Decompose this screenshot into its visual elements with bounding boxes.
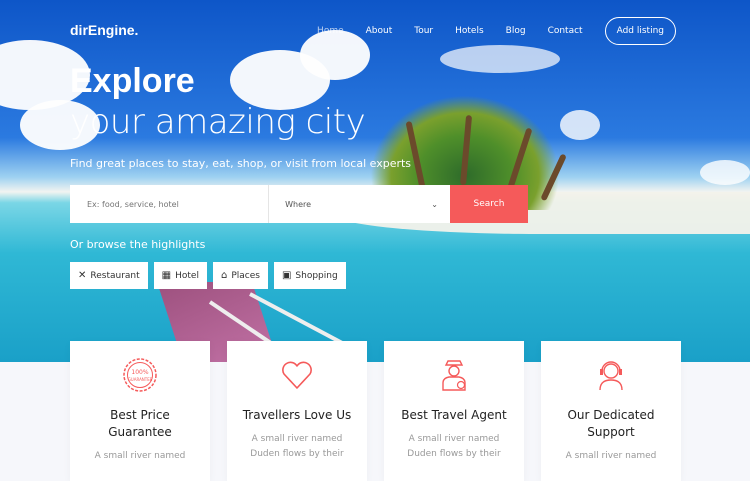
feature-card-agent: Best Travel Agent A small river named Du… [384, 341, 524, 481]
nav-contact[interactable]: Contact [548, 26, 583, 36]
browse-label: Or browse the highlights [70, 238, 206, 251]
hero-subtitle: Find great places to stay, eat, shop, or… [70, 157, 412, 170]
logo[interactable]: dirEngine. [70, 22, 138, 38]
hotel-icon: ▦ [161, 270, 172, 281]
feature-text: A small river named Duden flows by their [407, 434, 501, 459]
headset-icon [541, 356, 681, 394]
hero-title-light: your amazing city [70, 102, 366, 142]
feature-card-support: Our Dedicated Support A small river name… [541, 341, 681, 481]
feature-text: A small river named [565, 451, 657, 461]
feature-text: A small river named Duden flows by their [250, 434, 344, 459]
search-bar: Where ⌄ Search [70, 185, 528, 223]
guarantee-badge-icon: 100% GUARANTEE [70, 356, 210, 394]
badge-text-100: 100% [131, 369, 148, 376]
main-nav: Home About Tour Hotels Blog Contact Add … [317, 17, 676, 45]
feature-title: Our Dedicated Support [567, 408, 655, 439]
chip-label: Places [231, 270, 260, 281]
where-select-value: Where [285, 199, 312, 209]
feature-card-love: Travellers Love Us A small river named D… [227, 341, 367, 481]
feature-card-price: 100% GUARANTEE Best Price Guarantee A sm… [70, 341, 210, 481]
chip-shopping[interactable]: ▣ Shopping [273, 262, 346, 289]
feature-title: Best Travel Agent [401, 408, 507, 422]
badge-text-guarantee: GUARANTEE [128, 377, 153, 382]
hero-background [0, 0, 750, 362]
search-button[interactable]: Search [449, 185, 528, 223]
add-listing-button[interactable]: Add listing [604, 17, 676, 45]
agent-icon [384, 356, 524, 394]
chip-restaurant[interactable]: ✕ Restaurant [70, 262, 148, 289]
chip-label: Restaurant [90, 270, 140, 281]
heart-icon [227, 356, 367, 394]
feature-text: A small river named [94, 451, 186, 461]
nav-hotels[interactable]: Hotels [455, 26, 484, 36]
nav-about[interactable]: About [366, 26, 393, 36]
nav-home[interactable]: Home [317, 26, 344, 36]
map-pin-icon: ⌂ [220, 270, 228, 281]
shopping-bag-icon: ▣ [281, 270, 292, 281]
chip-label: Hotel [175, 270, 199, 281]
chip-hotel[interactable]: ▦ Hotel [153, 262, 207, 289]
chip-label: Shopping [295, 270, 338, 281]
nav-blog[interactable]: Blog [506, 26, 526, 36]
hero-title-bold: Explore [70, 62, 195, 100]
chevron-down-icon: ⌄ [431, 199, 438, 209]
cutlery-icon: ✕ [78, 270, 87, 281]
search-input[interactable] [70, 185, 270, 223]
where-select[interactable]: Where ⌄ [269, 185, 450, 223]
nav-tour[interactable]: Tour [414, 26, 433, 36]
highlight-chips: ✕ Restaurant ▦ Hotel ⌂ Places ▣ Shopping [70, 262, 352, 289]
chip-places[interactable]: ⌂ Places [212, 262, 268, 289]
feature-title: Travellers Love Us [242, 408, 352, 422]
feature-title: Best Price Guarantee [108, 408, 172, 439]
